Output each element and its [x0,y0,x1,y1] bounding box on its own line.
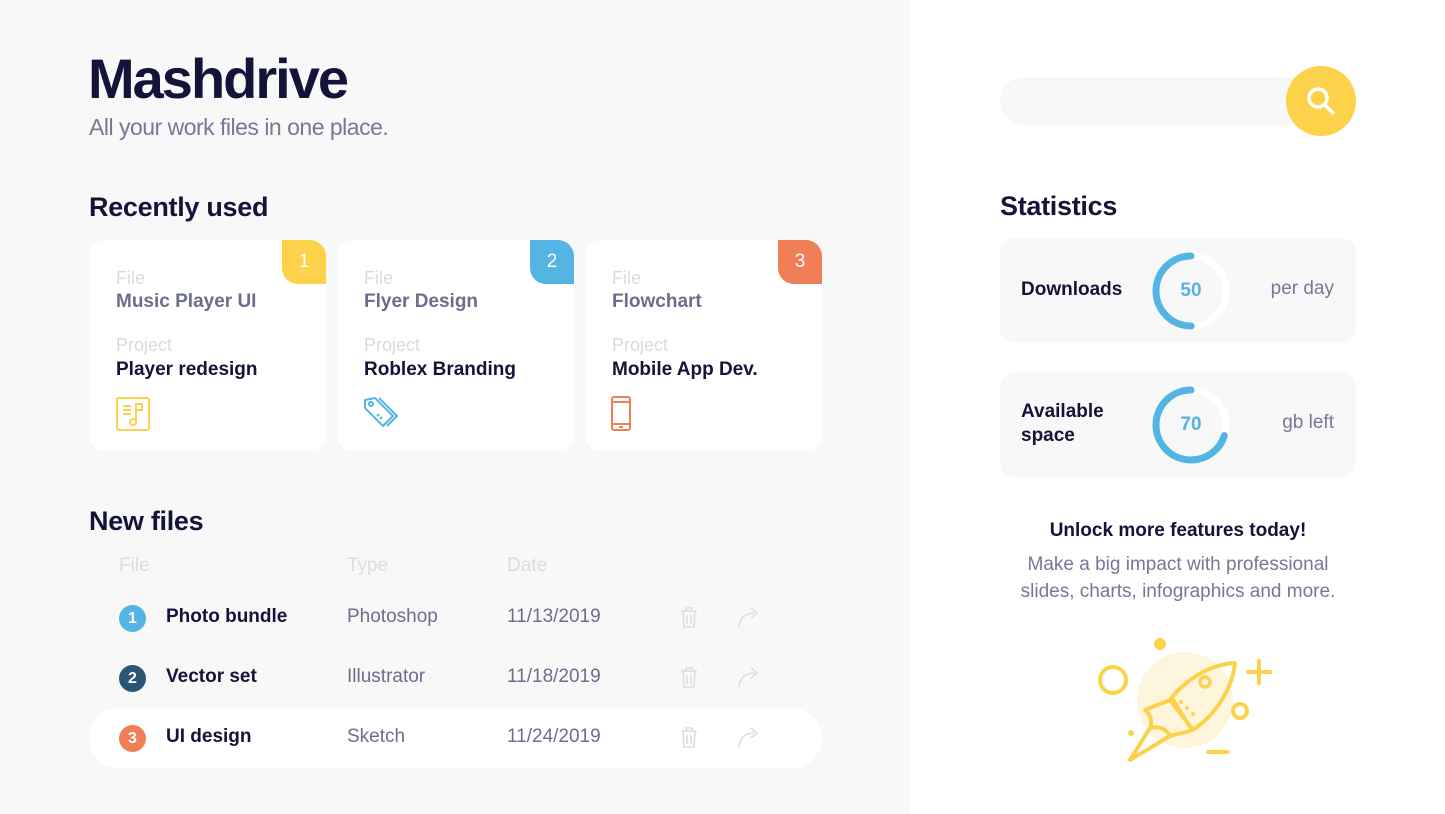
search-input[interactable] [1000,77,1320,125]
card-badge: 2 [530,240,574,284]
stat-unit: gb left [1282,412,1334,433]
recent-card[interactable]: 2 File Flyer Design Project Roblex Brand… [337,240,574,451]
trash-icon[interactable] [678,605,700,629]
card-file-name: Music Player UI [116,291,257,312]
project-label: Project [116,335,173,355]
column-header-type[interactable]: Type [347,555,388,577]
app-title: Mashdrive [88,47,349,110]
rocket-icon [1098,638,1272,762]
table-row[interactable]: 2 Vector set Illustrator 11/18/2019 [89,648,822,708]
card-file-name: Flyer Design [364,291,479,312]
row-file-name: Photo bundle [166,606,288,627]
smartphone-icon [611,396,631,431]
row-file-type: Sketch [347,726,406,747]
card-file-name: Flowchart [612,291,702,312]
stat-card-downloads: Downloads 50 per day [1000,238,1356,343]
music-document-icon [116,397,150,431]
app-subtitle: All your work files in one place. [89,114,389,140]
table-row[interactable]: 3 UI design Sketch 11/24/2019 [89,708,822,768]
share-icon[interactable] [736,605,762,629]
stat-value: 50 [1180,280,1202,301]
statistics-heading: Statistics [1000,191,1118,221]
row-file-date: 11/24/2019 [507,726,601,747]
row-file-type: Photoshop [347,606,438,627]
row-number-badge: 1 [119,605,146,632]
stat-label: Downloads [1021,279,1123,300]
promo-text: Make a big impact with professional slid… [1020,554,1336,602]
stat-label: Available space [1021,401,1104,446]
recent-card[interactable]: 3 File Flowchart Project Mobile App Dev. [585,240,822,451]
row-file-type: Illustrator [347,666,426,687]
table-row[interactable]: 1 Photo bundle Photoshop 11/13/2019 [89,588,822,648]
card-project-name: Mobile App Dev. [612,359,758,380]
card-project-name: Roblex Branding [364,359,517,380]
trash-icon[interactable] [678,665,700,689]
stat-value: 70 [1180,414,1202,435]
recent-card[interactable]: 1 File Music Player UI Project Player re… [89,240,326,451]
share-icon[interactable] [736,725,762,749]
stat-card-available-space: Available space 70 gb left [1000,372,1356,477]
card-project-name: Player redesign [116,359,258,380]
column-header-file[interactable]: File [119,555,150,577]
new-files-heading: New files [89,506,204,536]
column-header-date[interactable]: Date [507,555,547,577]
recently-used-heading: Recently used [89,192,269,222]
file-label: File [116,268,146,288]
row-file-name: UI design [166,726,252,747]
trash-icon[interactable] [678,725,700,749]
row-file-date: 11/13/2019 [507,606,601,627]
price-tag-icon [364,397,398,427]
search-button[interactable] [1286,66,1356,136]
stat-unit: per day [1270,278,1334,299]
row-file-date: 11/18/2019 [507,666,601,687]
promo-title: Unlock more features today! [1049,520,1307,541]
file-label: File [612,268,642,288]
card-badge: 1 [282,240,326,284]
row-number-badge: 3 [119,725,146,752]
project-label: Project [612,335,669,355]
project-label: Project [364,335,421,355]
file-label: File [364,268,394,288]
row-file-name: Vector set [166,666,257,687]
share-icon[interactable] [736,665,762,689]
row-number-badge: 2 [119,665,146,692]
search-icon [1307,87,1335,115]
card-badge: 3 [778,240,822,284]
